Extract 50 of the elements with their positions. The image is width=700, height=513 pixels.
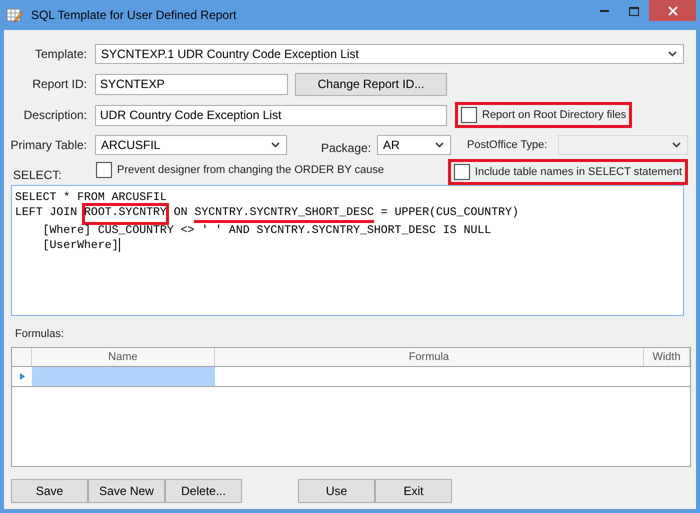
action-button[interactable]: Use [298,479,375,503]
column-header[interactable]: Name [32,348,215,366]
action-button[interactable]: Exit [375,479,452,503]
table-cell[interactable] [32,367,215,386]
current-row-icon [20,373,24,380]
code-text: LEFT JOIN [15,205,78,221]
chevron-down-icon [271,142,280,148]
field-label: Description: [22,107,88,124]
checkbox-label: Include table names in SELECT statement [474,164,682,180]
chevron-down-icon [672,142,682,148]
chevron-down-icon [668,51,677,57]
dropdown[interactable]: AR [377,135,452,155]
code-text: = UPPER(CUS_COUNTRY) [380,205,519,221]
checkbox[interactable] [454,164,470,180]
close-button[interactable] [649,0,696,21]
checkbox-label: Prevent designer from changing the ORDER BY cause [117,162,384,178]
text-cursor [118,238,120,252]
window-title: SQL Template for User Defined Report [31,7,236,24]
column-header[interactable]: Formula [214,348,644,366]
maximize-icon [629,6,639,16]
section-label: Formulas: [15,326,64,342]
code-text: SELECT * FROM ARCUSFIL [15,190,167,205]
underlined-code-text: SYCNTRY.SYCNTRY_SHORT_DESC [194,205,374,223]
table-edit-icon [6,7,23,23]
close-icon [668,6,678,16]
field-label: Template: [34,46,88,63]
checkbox-label: Report on Root Directory files [482,108,626,123]
field-label: SELECT: [13,167,63,184]
action-button[interactable]: Save New [88,479,165,503]
dropdown[interactable]: ARCUSFIL [95,135,287,155]
code-text: ON [172,205,189,221]
field-label: Primary Table: [10,137,88,154]
column-header[interactable]: Width [644,348,690,366]
field-label: Report ID: [31,76,88,93]
code-text: [Where] CUS_COUNTRY <> ' ' AND SYCNTRY.SYCNTRY_SHORT_DESC IS NULL [42,223,492,238]
change-report-id-button[interactable]: Change Report ID... [295,72,447,96]
input-field[interactable]: SYCNTEXP [95,74,288,94]
minimize-icon [600,10,608,12]
dropdown[interactable]: SYCNTEXP.1 UDR Country Code Exception List [95,44,684,64]
field-label: Package: [321,140,372,157]
action-button[interactable]: Save [11,479,88,503]
action-button[interactable]: Delete... [165,479,242,503]
input-field[interactable]: UDR Country Code Exception List [95,104,447,126]
chevron-down-icon [435,142,444,148]
checkbox[interactable] [461,107,477,123]
code-text: [UserWhere] [42,238,119,253]
field-label: PostOffice Type: [467,138,548,153]
sql-editor[interactable]: SELECT * FROM ARCUSFIL LEFT JOIN ROOT.SYCNTRY ON SYCNTRY.SYCNTRY_SHORT_DESC = UPPER(CUS_COUNTRY) [Where] CUS_COUNTRY <> ' ' AND SYCNTRY.SYCNTRY_SHORT_DESC IS NULL [UserWhere] [11,185,684,316]
checkbox[interactable] [96,162,112,178]
boxed-code-text: ROOT.SYCNTRY [84,205,167,223]
